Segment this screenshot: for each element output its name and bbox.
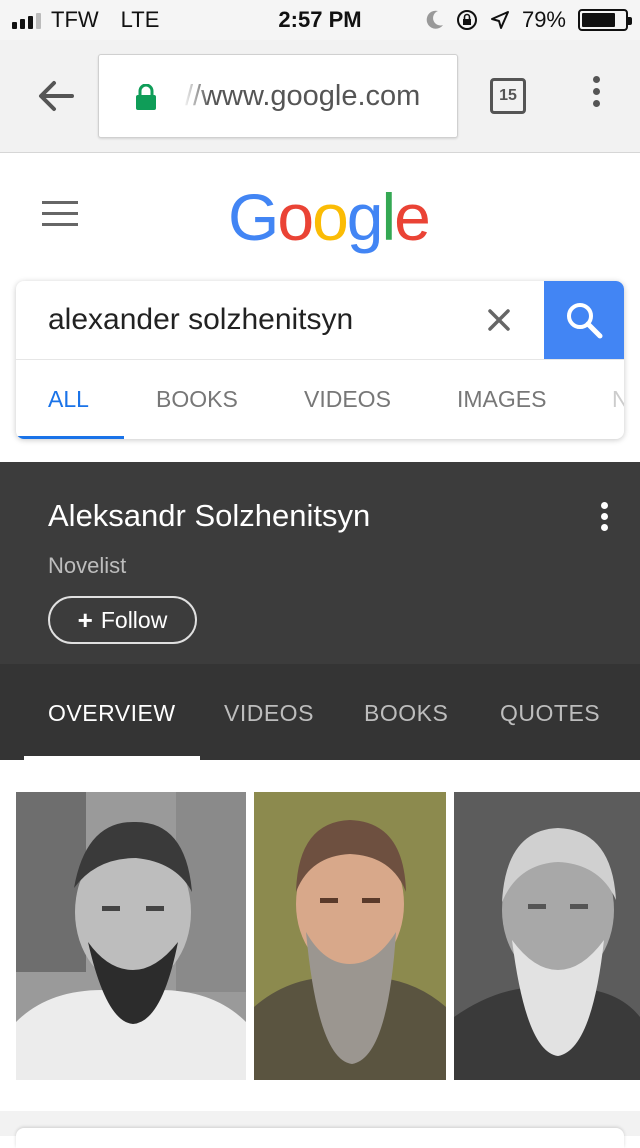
battery-percent: 79% [521,7,566,32]
tab-all[interactable]: ALL [48,386,89,413]
signal-icon [12,11,41,29]
google-header: Google [0,153,640,273]
tab-books[interactable]: BOOKS [364,700,448,727]
tab-switcher-button[interactable]: 15 [490,78,526,114]
moon-icon [426,10,443,29]
tab-videos[interactable]: VIDEOS [304,386,391,413]
hamburger-menu-icon[interactable] [42,201,78,227]
next-result-card [16,1128,624,1148]
status-bar: TFW LTE 2:57 PM 79% [0,0,640,40]
entity-title: Aleksandr Solzhenitsyn [48,498,371,533]
google-logo[interactable]: Google [228,177,431,257]
more-options-icon[interactable] [596,502,612,538]
tab-overview[interactable]: OVERVIEW [48,700,176,727]
rotation-lock-icon [456,10,477,30]
location-arrow-icon [490,11,509,29]
portrait-image-1[interactable] [16,792,246,1080]
entity-subtitle: Novelist [48,553,127,578]
tab-images[interactable]: IMAGES [457,386,546,413]
search-button[interactable] [544,281,624,359]
lock-icon [136,84,156,110]
active-tab-indicator [16,436,124,439]
browser-toolbar: //www.google.com 15 [0,40,640,153]
url-text: //www.google.com [185,80,421,112]
tab-books[interactable]: BOOKS [156,386,238,413]
portrait-image-3[interactable] [454,792,640,1080]
battery-icon [578,9,632,31]
follow-label: Follow [100,606,168,633]
url-bar[interactable]: //www.google.com [98,54,458,138]
follow-button[interactable]: + Follow [48,596,197,644]
search-input[interactable]: alexander solzhenitsyn [48,303,353,337]
tab-quotes[interactable]: QUOTES [500,700,600,727]
carrier-label: TFW [51,7,99,32]
knowledge-panel: Aleksandr Solzhenitsyn Novelist + Follow… [0,462,640,760]
tab-news[interactable]: N [612,386,624,413]
plus-icon: + [77,604,93,635]
back-button[interactable] [34,76,78,116]
portrait-image-2[interactable] [254,792,446,1080]
kebab-menu-icon[interactable] [586,76,606,116]
close-icon [488,309,510,331]
search-tabs: ALL BOOKS VIDEOS IMAGES N [16,359,624,439]
search-box: alexander solzhenitsyn ALL BOOKS VIDEOS … [16,281,624,439]
network-label: LTE [120,7,160,32]
tab-videos[interactable]: VIDEOS [224,700,314,727]
back-arrow-icon [39,81,74,111]
clear-search-button[interactable] [482,303,516,337]
image-strip [0,760,640,1112]
entity-tabs: OVERVIEW VIDEOS BOOKS QUOTES [0,664,640,760]
search-icon [567,303,603,339]
